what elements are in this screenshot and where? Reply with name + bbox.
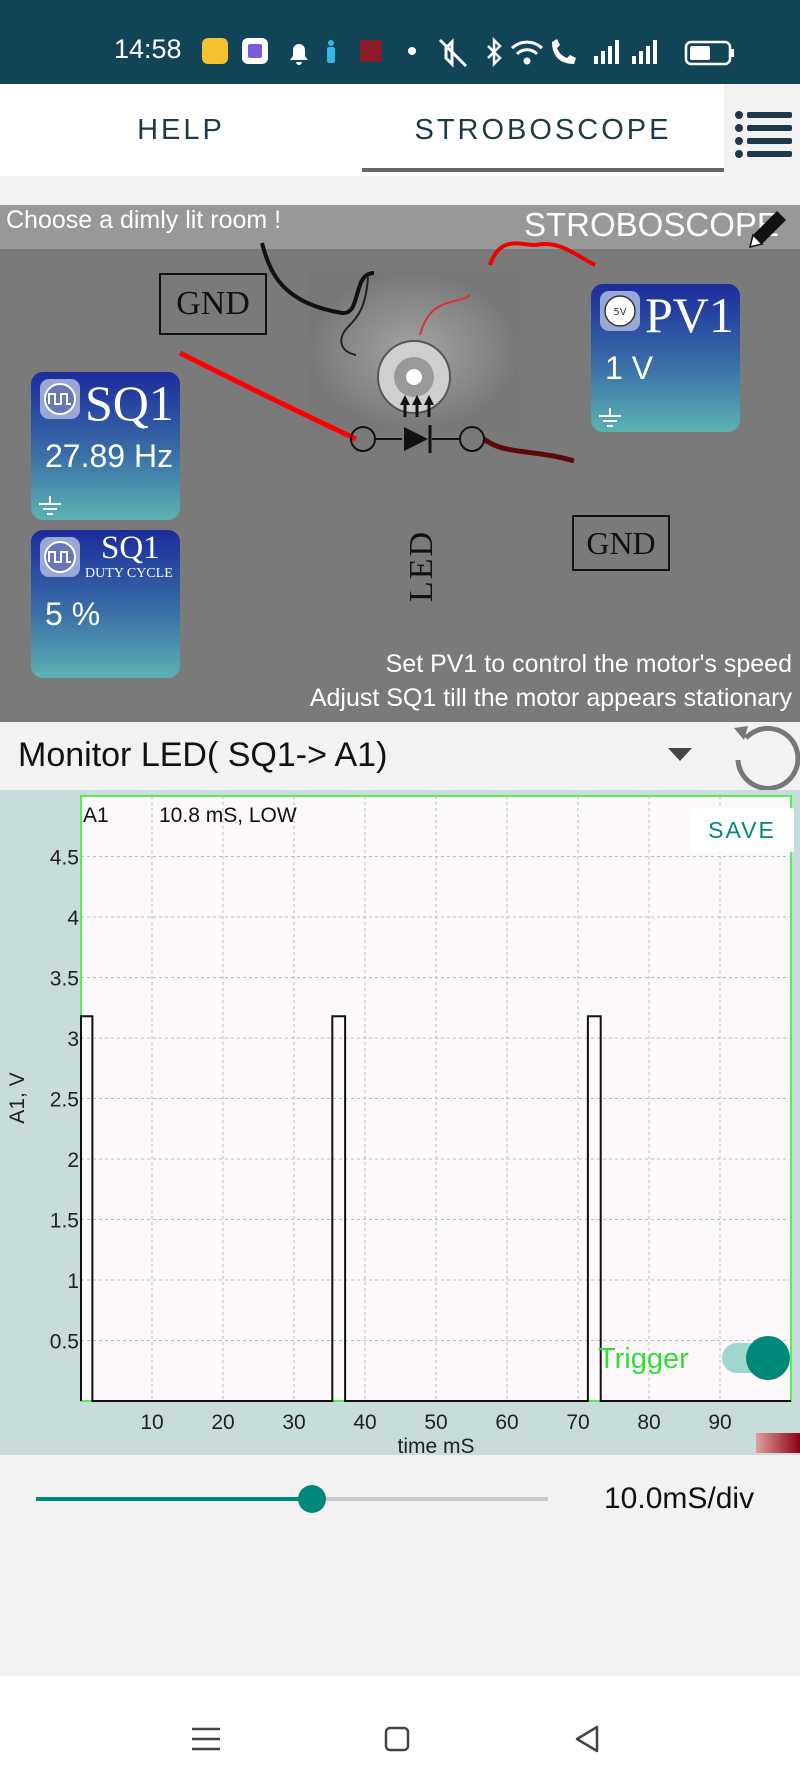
wifi-icon [510,40,544,65]
legend-readout: 10.8 mS, LOW [159,804,297,827]
tab-stroboscope[interactable]: STROBOSCOPE [362,84,724,176]
app-icon [360,40,382,62]
wire-pv1 [488,241,596,267]
home-icon[interactable] [384,1726,410,1752]
legend-channel: A1 [83,804,109,827]
timebase-label: 10.0mS/div [604,1482,755,1515]
recent-apps-icon[interactable] [192,1726,220,1752]
y-tick-label: 3 [67,1028,79,1051]
notification-bell-icon [290,44,308,65]
list-menu-icon [735,111,792,158]
back-icon[interactable] [574,1724,600,1754]
trigger-toggle-knob [746,1336,790,1380]
plot-panel: 0.5 1 1.5 2 2.5 3 3.5 4 4.5 10 20 30 40 50 60 70 80 90 t… [0,790,800,1455]
color-indicator [756,1433,800,1453]
tab-bar: HELP STROBOSCOPE [0,84,800,176]
bluetooth-icon [487,36,502,68]
sq1-frequency: 27.89 Hz [45,438,174,474]
voltage-source-icon: 5V [600,291,640,331]
trigger-toggle[interactable] [722,1336,790,1380]
system-nav-bar [0,1676,800,1778]
sq1-duty-subtitle: DUTY CYCLE [85,566,173,581]
y-tick-label: 3.5 [50,968,79,991]
trigger-label: Trigger [598,1343,689,1375]
x-tick-label: 30 [282,1411,305,1434]
sq1-title: SQ1 [85,375,174,431]
wifi-calling-icon [552,39,576,64]
y-tick-label: 4 [67,907,79,930]
dot-icon [408,47,416,55]
x-tick-label: 70 [566,1411,589,1434]
square-wave-icon [40,379,80,419]
x-tick-label: 80 [637,1411,660,1434]
x-axis-label: time mS [397,1435,474,1455]
menu-button[interactable] [724,84,800,176]
timebase-slider[interactable] [36,1485,548,1513]
y-tick-label: 1 [67,1270,79,1293]
tab-indicator [362,168,724,172]
monitor-select[interactable]: Monitor LED( SQ1-> A1) [18,736,387,775]
gnd-label-top: GND [159,273,267,335]
status-time: 14:58 [114,34,182,64]
slider-thumb[interactable] [298,1485,327,1513]
signal-icon [594,40,619,64]
x-tick-label: 40 [353,1411,376,1434]
tab-help[interactable]: HELP [0,84,362,176]
status-bar: 14:58 [0,0,800,84]
ground-icon [599,408,621,427]
save-button[interactable]: SAVE [690,808,794,852]
x-tick-label: 10 [140,1411,163,1434]
y-axis-label: A1, V [6,1072,29,1123]
x-tick-label: 60 [495,1411,518,1434]
y-tick-label: 2 [67,1149,79,1172]
sq1-duty-title: SQ1 [101,530,160,566]
x-tick-label: 20 [211,1411,234,1434]
slider-fill [36,1497,313,1501]
y-tick-label: 0.5 [50,1331,79,1354]
maps-icon [202,38,228,64]
y-tick-label: 4.5 [50,847,79,870]
wire-gnd-right [482,436,575,464]
status-icons [202,36,734,68]
mute-icon [438,38,468,68]
signal-icon [632,40,657,64]
battery-icon [684,40,734,66]
person-icon [327,40,335,63]
x-tick-label: 90 [708,1411,731,1434]
instruction-line-1: Set PV1 to control the motor's speed [385,650,792,678]
pv1-title: PV1 [645,287,734,343]
ground-icon [39,496,61,515]
sq1-widget[interactable]: SQ1 27.89 Hz [31,372,180,520]
pv1-widget[interactable]: 5V PV1 1 V [591,284,740,432]
gnd-label-right: GND [572,515,670,571]
y-tick-label: 1.5 [50,1210,79,1233]
y-tick-label: 2.5 [50,1089,79,1112]
sq1-duty-value: 5 % [45,596,101,632]
x-tick-label: 50 [424,1411,447,1434]
dropdown-arrow-icon[interactable] [668,746,692,762]
refresh-icon[interactable] [730,722,800,792]
led-label: LED [403,529,440,603]
square-wave-icon [40,537,80,577]
instruction-line-2: Adjust SQ1 till the motor appears statio… [309,684,792,712]
sq1-duty-widget[interactable]: SQ1 DUTY CYCLE 5 % [31,530,180,678]
svg-text:5V: 5V [613,307,626,318]
led-diode-icon [404,427,428,451]
pv1-value: 1 V [605,350,654,386]
